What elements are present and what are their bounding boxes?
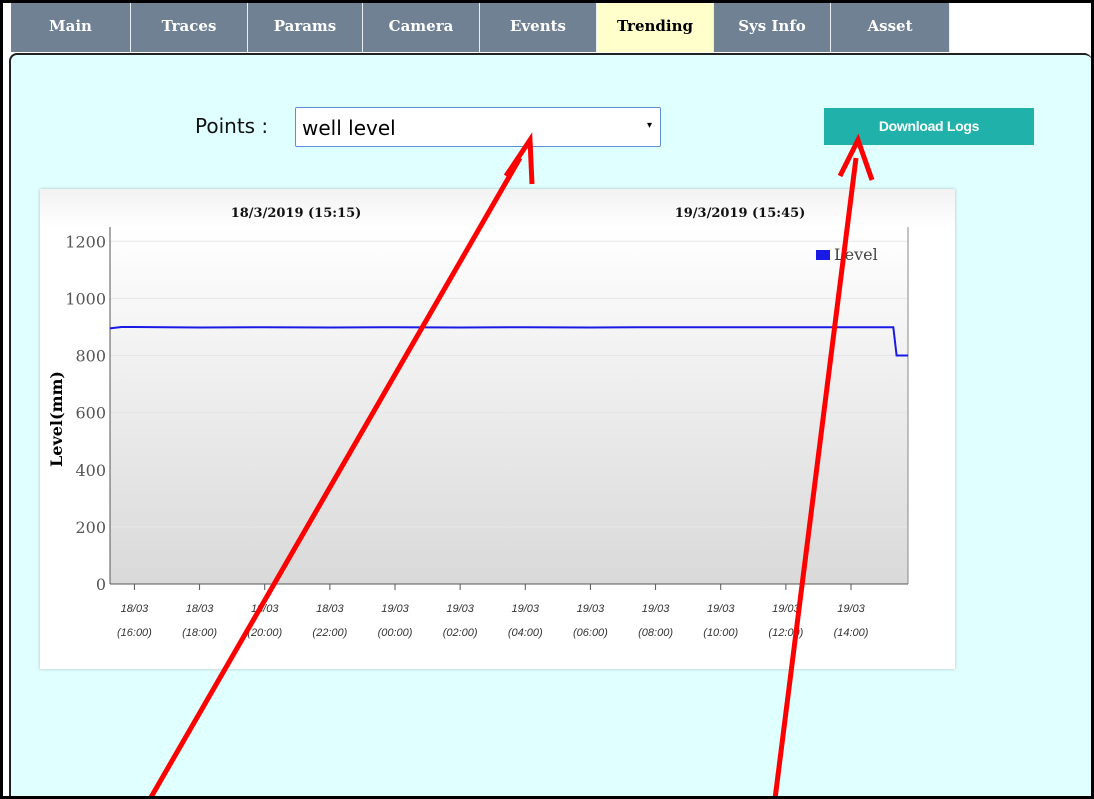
legend-swatch — [816, 250, 830, 260]
x-tick-time: (20:00) — [247, 627, 282, 639]
chart-start-date: 18/3/2019 (15:15) — [231, 206, 362, 221]
x-tick-time: (04:00) — [508, 627, 543, 639]
tab-events[interactable]: Events — [480, 3, 597, 52]
y-tick-label: 600 — [75, 404, 106, 423]
points-label: Points : — [195, 114, 269, 138]
x-tick-date: 19/03 — [837, 603, 865, 615]
points-select[interactable]: well level ▾ — [295, 107, 661, 147]
x-tick-date: 19/03 — [512, 603, 540, 615]
x-tick-time: (18:00) — [182, 627, 217, 639]
tab-main[interactable]: Main — [11, 3, 131, 52]
legend-label: Level — [834, 245, 878, 264]
x-tick-time: (06:00) — [573, 627, 608, 639]
x-tick-time: (08:00) — [638, 627, 673, 639]
x-tick-date: 18/03 — [251, 603, 279, 615]
tab-camera[interactable]: Camera — [363, 3, 480, 52]
y-tick-label: 400 — [75, 461, 106, 480]
x-tick-date: 19/03 — [577, 603, 605, 615]
y-tick-label: 1200 — [65, 232, 106, 251]
plot-area — [110, 227, 908, 584]
y-tick-label: 800 — [75, 347, 106, 366]
x-tick-time: (14:00) — [834, 627, 869, 639]
trend-chart-card: 0 200 400 600 800 1000 1200 18/03 (16:00) 18/03 (1… — [40, 189, 955, 669]
tab-trending[interactable]: Trending — [597, 3, 714, 52]
x-tick-date: 19/03 — [707, 603, 735, 615]
x-tick-time: (10:00) — [703, 627, 738, 639]
points-select-value: well level — [302, 116, 396, 140]
x-tick-time: (12:00) — [768, 627, 803, 639]
tab-params[interactable]: Params — [248, 3, 363, 52]
tab-asset[interactable]: Asset — [831, 3, 950, 52]
y-tick-label: 0 — [96, 575, 106, 594]
x-tick-time: (02:00) — [443, 627, 478, 639]
trend-chart: 0 200 400 600 800 1000 1200 18/03 (16:00) 18/03 (1… — [40, 189, 955, 639]
chevron-down-icon: ▾ — [646, 120, 652, 131]
x-tick-date: 18/03 — [316, 603, 344, 615]
tab-sys-info[interactable]: Sys Info — [714, 3, 831, 52]
chart-end-date: 19/3/2019 (15:45) — [675, 206, 806, 221]
x-tick-date: 19/03 — [446, 603, 474, 615]
x-tick-date: 19/03 — [772, 603, 800, 615]
tab-bar: Main Traces Params Camera Events Trendin… — [11, 3, 950, 52]
x-tick-date: 19/03 — [381, 603, 409, 615]
x-tick-date: 18/03 — [121, 603, 149, 615]
x-tick-date: 18/03 — [186, 603, 214, 615]
x-tick-date: 19/03 — [642, 603, 670, 615]
download-logs-button[interactable]: Download Logs — [824, 108, 1034, 145]
y-tick-label: 200 — [75, 518, 106, 537]
x-tick-time: (22:00) — [312, 627, 347, 639]
tab-traces[interactable]: Traces — [131, 3, 248, 52]
x-tick-time: (16:00) — [117, 627, 152, 639]
y-axis-label: Level(mm) — [47, 371, 66, 467]
chart-header-bg — [40, 189, 955, 229]
x-tick-time: (00:00) — [378, 627, 413, 639]
y-tick-label: 1000 — [65, 289, 106, 308]
